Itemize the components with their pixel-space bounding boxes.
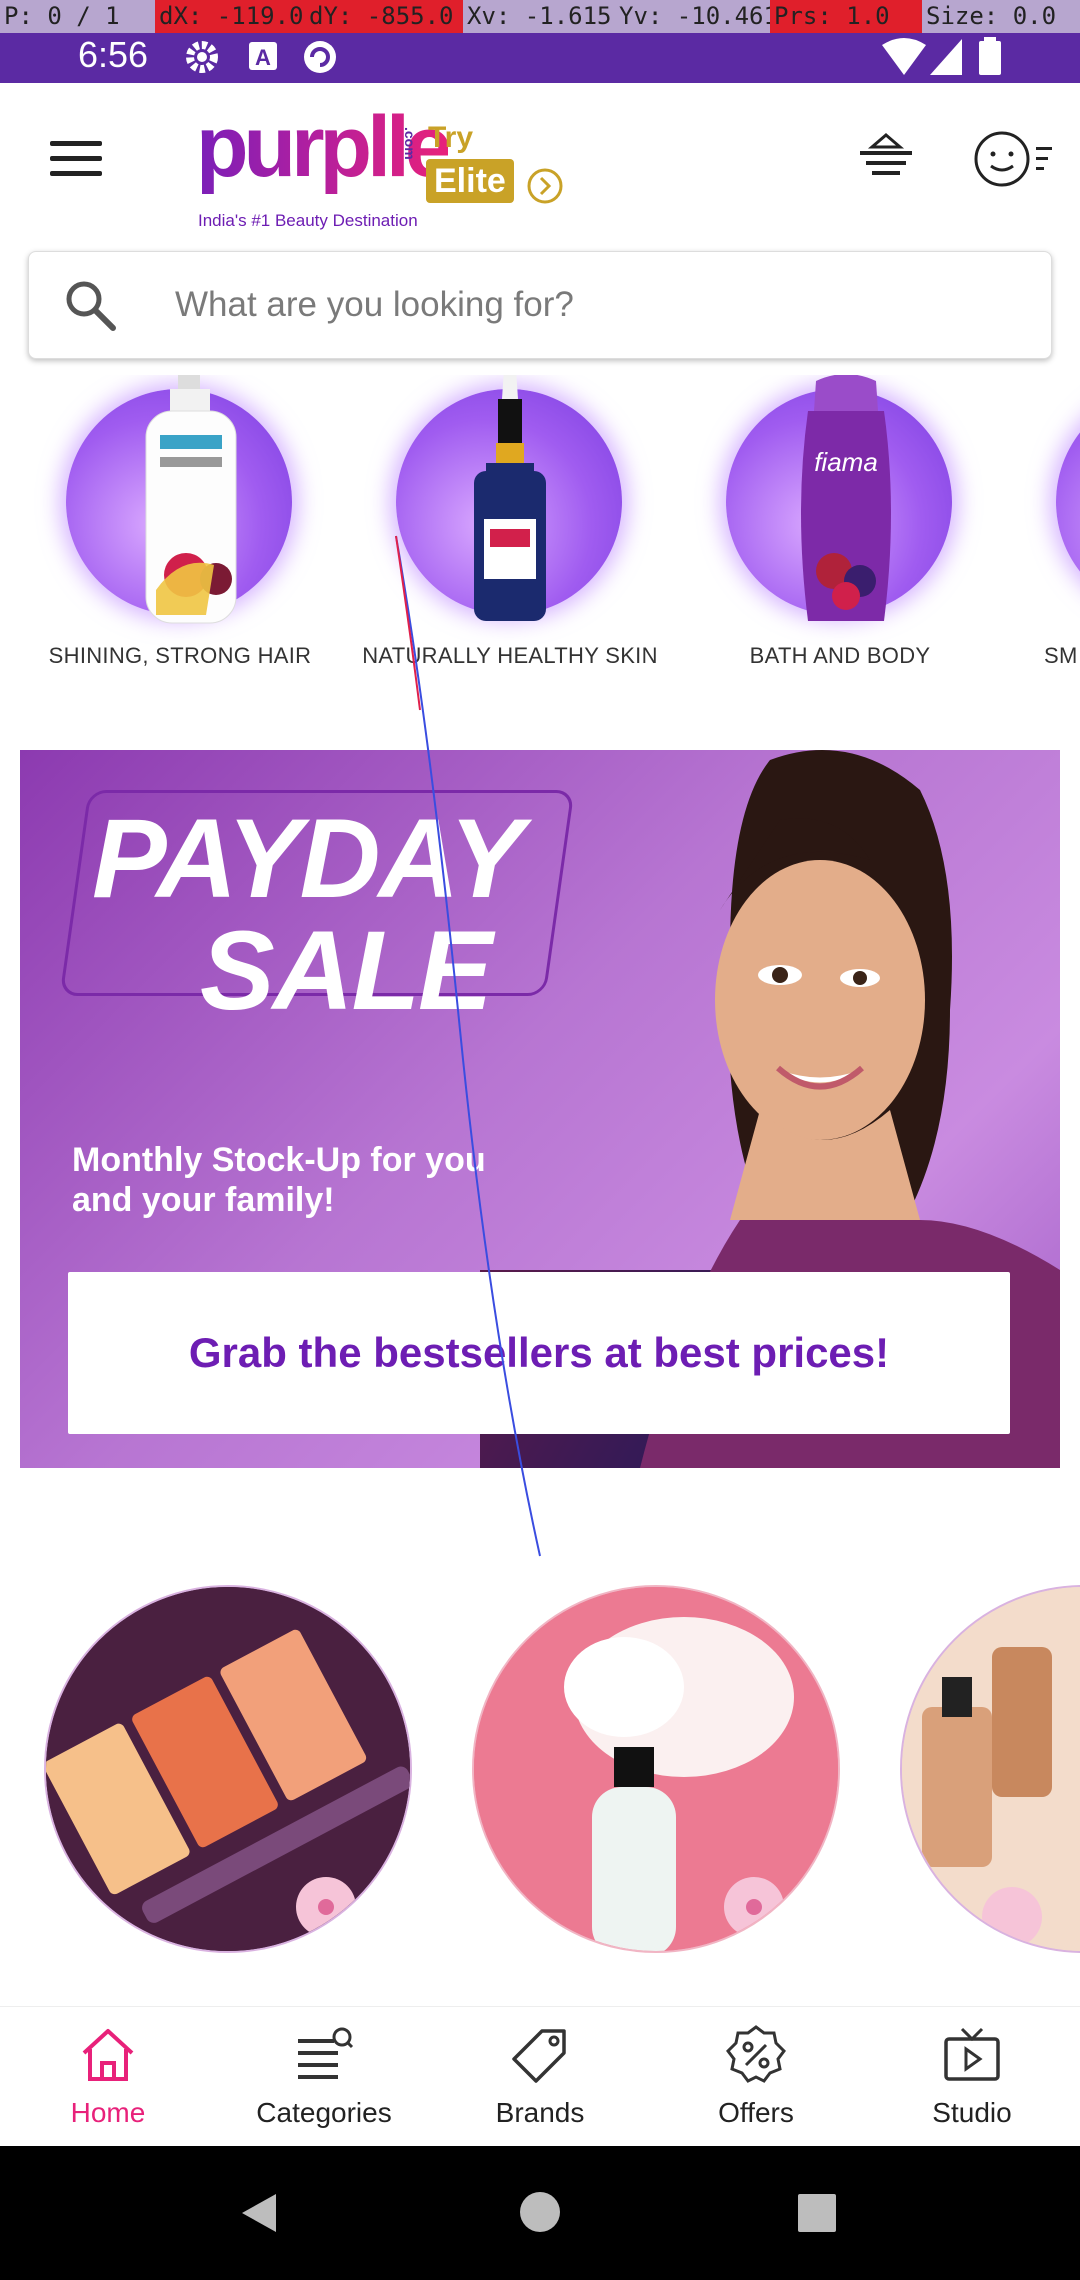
category-circle [1056, 389, 1080, 615]
banner-subtitle-line2: and your family! [72, 1181, 335, 1219]
system-navigation-bar [0, 2146, 1080, 2280]
filter-icon[interactable] [856, 133, 916, 185]
home-icon [82, 2029, 134, 2081]
debug-pointer: P: 0 / 1 [4, 2, 120, 30]
sync-icon [304, 41, 336, 73]
foundation-circle[interactable] [900, 1585, 1080, 1953]
nav-brands[interactable]: Brands [432, 2007, 648, 2147]
nav-studio[interactable]: Studio [864, 2007, 1080, 2147]
try-label: Try [428, 121, 474, 154]
wifi-icon [882, 38, 926, 75]
category-label: SHINING, STRONG HAIR [48, 643, 312, 668]
debug-xv: Xv: -1.615 [467, 2, 612, 30]
shampoo-bottle-image [145, 375, 237, 624]
debug-prs: Prs: 1.0 [770, 0, 922, 33]
nav-label-offers: Offers [718, 2097, 794, 2128]
eyeshadow-palette-image [46, 1587, 410, 1951]
battery-icon [979, 37, 1001, 75]
debug-dy: dY: -855.0 [305, 0, 463, 33]
svg-text:A: A [255, 45, 271, 70]
hamburger-menu-icon[interactable] [50, 141, 102, 177]
logo-suffix: .com [402, 127, 418, 160]
settings-icon [186, 41, 218, 73]
foundation-bottles-image [902, 1587, 1080, 1951]
profile-icon[interactable] [972, 127, 1054, 191]
nav-categories[interactable]: Categories [216, 2007, 432, 2147]
category-item[interactable]: SHINING, STRONG HAIR [30, 375, 330, 685]
product-circle-carousel[interactable] [0, 1585, 1080, 1985]
status-time: 6:56 [78, 34, 149, 75]
nav-offers[interactable]: Offers [648, 2007, 864, 2147]
tag-icon [512, 2029, 566, 2083]
tv-icon [944, 2027, 1000, 2081]
svg-text:fiama: fiama [814, 447, 878, 477]
logo-tagline: India's #1 Beauty Destination [198, 211, 418, 230]
cleanser-foam-image [474, 1587, 838, 1951]
touch-trace [395, 535, 541, 1557]
status-bar: 6:56 A [0, 33, 1080, 83]
nav-label-brands: Brands [495, 2097, 585, 2128]
nav-home[interactable]: Home [0, 2007, 216, 2147]
category-item[interactable]: SM [1020, 375, 1080, 685]
debug-yv: Yv: -10.461 [619, 2, 770, 30]
home-button-icon[interactable] [518, 2190, 562, 2234]
debug-overlay: P: 0 / 1 dX: -119.0 dY: -855.0 Xv: -1.61… [0, 0, 1080, 33]
search-input[interactable]: What are you looking for? [175, 252, 574, 358]
recents-icon[interactable] [796, 2192, 838, 2234]
shower-gel-image: fiama [801, 375, 891, 621]
back-icon[interactable] [236, 2190, 282, 2236]
nav-label-home: Home [70, 2097, 146, 2128]
debug-dx: dX: -119.0 [155, 0, 305, 33]
chevron-right-circle-icon [527, 168, 563, 204]
signal-icon [930, 39, 962, 75]
elite-label: Elite [426, 159, 514, 203]
try-elite-button[interactable]: Try Elite [426, 121, 576, 204]
app-header: purplle .com India's #1 Beauty Destinati… [0, 83, 1080, 238]
nav-label-categories: Categories [256, 2097, 392, 2128]
search-icon [66, 281, 116, 331]
nav-label-studio: Studio [932, 2097, 1012, 2128]
debug-size: Size: 0.0 [926, 2, 1057, 30]
cleanser-circle[interactable] [472, 1585, 840, 1953]
font-icon: A [249, 42, 277, 70]
category-label: BATH AND BODY [749, 643, 931, 668]
search-bar[interactable]: What are you looking for? [28, 251, 1052, 359]
category-label: SM [1044, 643, 1078, 668]
bottom-nav: Home Categories Brands Offers Studio [0, 2006, 1080, 2147]
eyeshadow-circle[interactable] [44, 1585, 412, 1953]
percent-badge-icon [726, 2025, 786, 2083]
purplle-logo[interactable]: purplle .com India's #1 Beauty Destinati… [196, 97, 453, 230]
category-item[interactable]: fiama BATH AND BODY [690, 375, 990, 685]
categories-icon [298, 2027, 354, 2079]
